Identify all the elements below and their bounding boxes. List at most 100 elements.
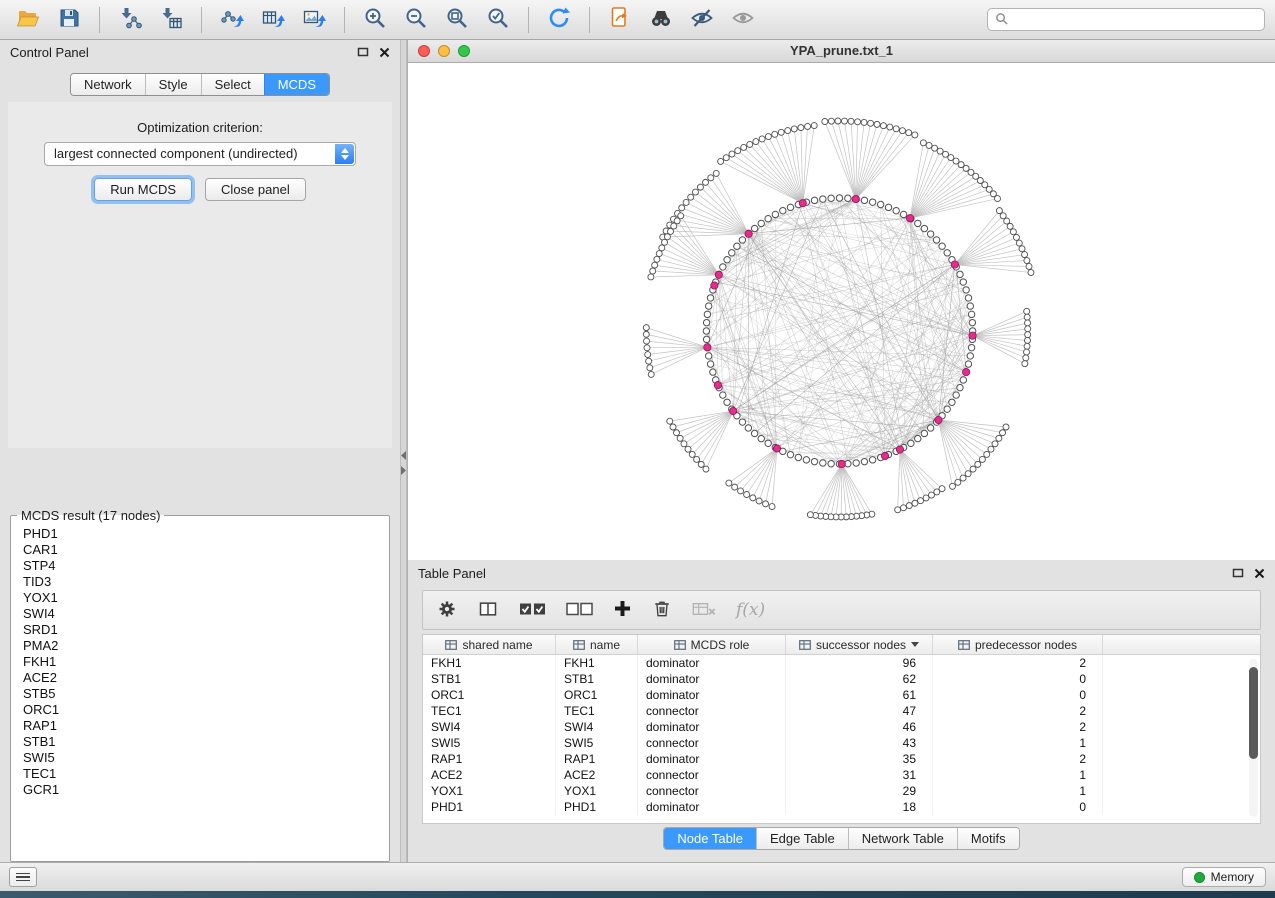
network-node[interactable] xyxy=(921,225,927,231)
network-leaf-node[interactable] xyxy=(647,365,653,371)
mcds-result-item[interactable]: PMA2 xyxy=(13,638,389,654)
tab-network-table[interactable]: Network Table xyxy=(848,828,957,849)
network-leaf-node[interactable] xyxy=(644,338,650,344)
network-leaf-node[interactable] xyxy=(900,505,906,511)
network-leaf-node[interactable] xyxy=(1007,223,1013,229)
network-leaf-node[interactable] xyxy=(1000,213,1006,219)
mcds-result-item[interactable]: FKH1 xyxy=(13,654,389,670)
network-node[interactable] xyxy=(968,311,974,317)
network-node[interactable] xyxy=(707,361,713,367)
network-leaf-node[interactable] xyxy=(880,123,886,129)
network-dominator-node[interactable] xyxy=(745,230,752,237)
network-leaf-node[interactable] xyxy=(667,418,673,424)
network-leaf-node[interactable] xyxy=(861,119,867,125)
delete-column-button[interactable] xyxy=(652,596,672,624)
tab-select[interactable]: Select xyxy=(201,74,264,95)
run-mcds-button[interactable]: Run MCDS xyxy=(94,178,192,201)
network-node[interactable] xyxy=(877,201,883,207)
refresh-network-button[interactable] xyxy=(541,5,577,35)
network-leaf-node[interactable] xyxy=(874,121,880,127)
network-node[interactable] xyxy=(885,204,891,210)
network-leaf-node[interactable] xyxy=(643,325,649,331)
network-leaf-node[interactable] xyxy=(1019,246,1025,252)
tab-edge-table[interactable]: Edge Table xyxy=(756,828,848,849)
network-leaf-node[interactable] xyxy=(1000,430,1006,436)
network-leaf-node[interactable] xyxy=(848,118,854,124)
network-leaf-node[interactable] xyxy=(791,126,797,132)
network-leaf-node[interactable] xyxy=(960,475,966,481)
network-leaf-node[interactable] xyxy=(1022,252,1028,258)
zoom-in-button[interactable] xyxy=(357,5,393,35)
network-dominator-node[interactable] xyxy=(963,368,970,375)
network-dominator-node[interactable] xyxy=(896,446,903,453)
network-node[interactable] xyxy=(811,458,817,464)
network-leaf-node[interactable] xyxy=(750,495,756,501)
network-node[interactable] xyxy=(720,392,726,398)
table-row[interactable]: RAP1RAP1dominator352 xyxy=(423,751,1260,767)
table-scrollbar-thumb[interactable] xyxy=(1249,667,1258,759)
network-node[interactable] xyxy=(965,361,971,367)
network-leaf-node[interactable] xyxy=(906,503,912,509)
network-leaf-node[interactable] xyxy=(1025,326,1031,332)
select-all-rows-button[interactable] xyxy=(519,596,546,624)
network-node[interactable] xyxy=(957,271,963,277)
network-leaf-node[interactable] xyxy=(670,424,676,430)
export-table-button[interactable] xyxy=(255,5,291,35)
mcds-result-item[interactable]: GCR1 xyxy=(13,782,389,798)
network-leaf-node[interactable] xyxy=(778,129,784,135)
network-leaf-node[interactable] xyxy=(656,251,662,257)
network-dominator-node[interactable] xyxy=(881,452,888,459)
network-leaf-node[interactable] xyxy=(1026,263,1032,269)
mcds-result-item[interactable]: ACE2 xyxy=(13,670,389,686)
network-leaf-node[interactable] xyxy=(681,441,687,447)
network-leaf-node[interactable] xyxy=(688,194,694,200)
network-node[interactable] xyxy=(705,353,711,359)
network-leaf-node[interactable] xyxy=(949,483,955,489)
share-document-button[interactable] xyxy=(602,5,638,35)
network-leaf-node[interactable] xyxy=(1024,314,1030,320)
network-leaf-node[interactable] xyxy=(994,196,1000,202)
network-leaf-node[interactable] xyxy=(753,139,759,145)
network-leaf-node[interactable] xyxy=(650,268,656,274)
network-leaf-node[interactable] xyxy=(659,245,665,251)
network-node[interactable] xyxy=(758,220,764,226)
network-node[interactable] xyxy=(969,319,975,325)
network-leaf-node[interactable] xyxy=(756,498,762,504)
network-leaf-node[interactable] xyxy=(772,131,778,137)
network-leaf-node[interactable] xyxy=(652,262,658,268)
network-leaf-node[interactable] xyxy=(1022,361,1028,367)
network-node[interactable] xyxy=(845,195,851,201)
network-node[interactable] xyxy=(967,303,973,309)
network-node[interactable] xyxy=(787,451,793,457)
network-node[interactable] xyxy=(780,207,786,213)
network-leaf-node[interactable] xyxy=(644,345,650,351)
network-dominator-node[interactable] xyxy=(906,215,913,222)
network-dominator-node[interactable] xyxy=(773,445,780,452)
panel-splitter[interactable] xyxy=(400,40,407,862)
network-node[interactable] xyxy=(739,237,745,243)
network-node[interactable] xyxy=(908,440,914,446)
save-session-button[interactable] xyxy=(51,5,87,35)
window-zoom-icon[interactable] xyxy=(458,45,470,57)
export-network-button[interactable] xyxy=(214,5,250,35)
network-node[interactable] xyxy=(811,197,817,203)
network-node[interactable] xyxy=(787,204,793,210)
network-leaf-node[interactable] xyxy=(932,145,938,151)
search-network-button[interactable] xyxy=(643,5,679,35)
network-dominator-node[interactable] xyxy=(715,271,722,278)
network-leaf-node[interactable] xyxy=(893,126,899,132)
network-leaf-node[interactable] xyxy=(662,239,668,245)
network-node[interactable] xyxy=(758,435,764,441)
network-leaf-node[interactable] xyxy=(646,358,652,364)
network-node[interactable] xyxy=(963,287,969,293)
network-leaf-node[interactable] xyxy=(677,435,683,441)
network-leaf-node[interactable] xyxy=(988,446,994,452)
network-leaf-node[interactable] xyxy=(912,500,918,506)
network-node[interactable] xyxy=(795,454,801,460)
network-leaf-node[interactable] xyxy=(735,148,741,154)
network-leaf-node[interactable] xyxy=(992,441,998,447)
network-node[interactable] xyxy=(960,279,966,285)
add-column-button[interactable] xyxy=(613,596,632,624)
network-leaf-node[interactable] xyxy=(729,151,735,157)
network-leaf-node[interactable] xyxy=(648,274,654,280)
